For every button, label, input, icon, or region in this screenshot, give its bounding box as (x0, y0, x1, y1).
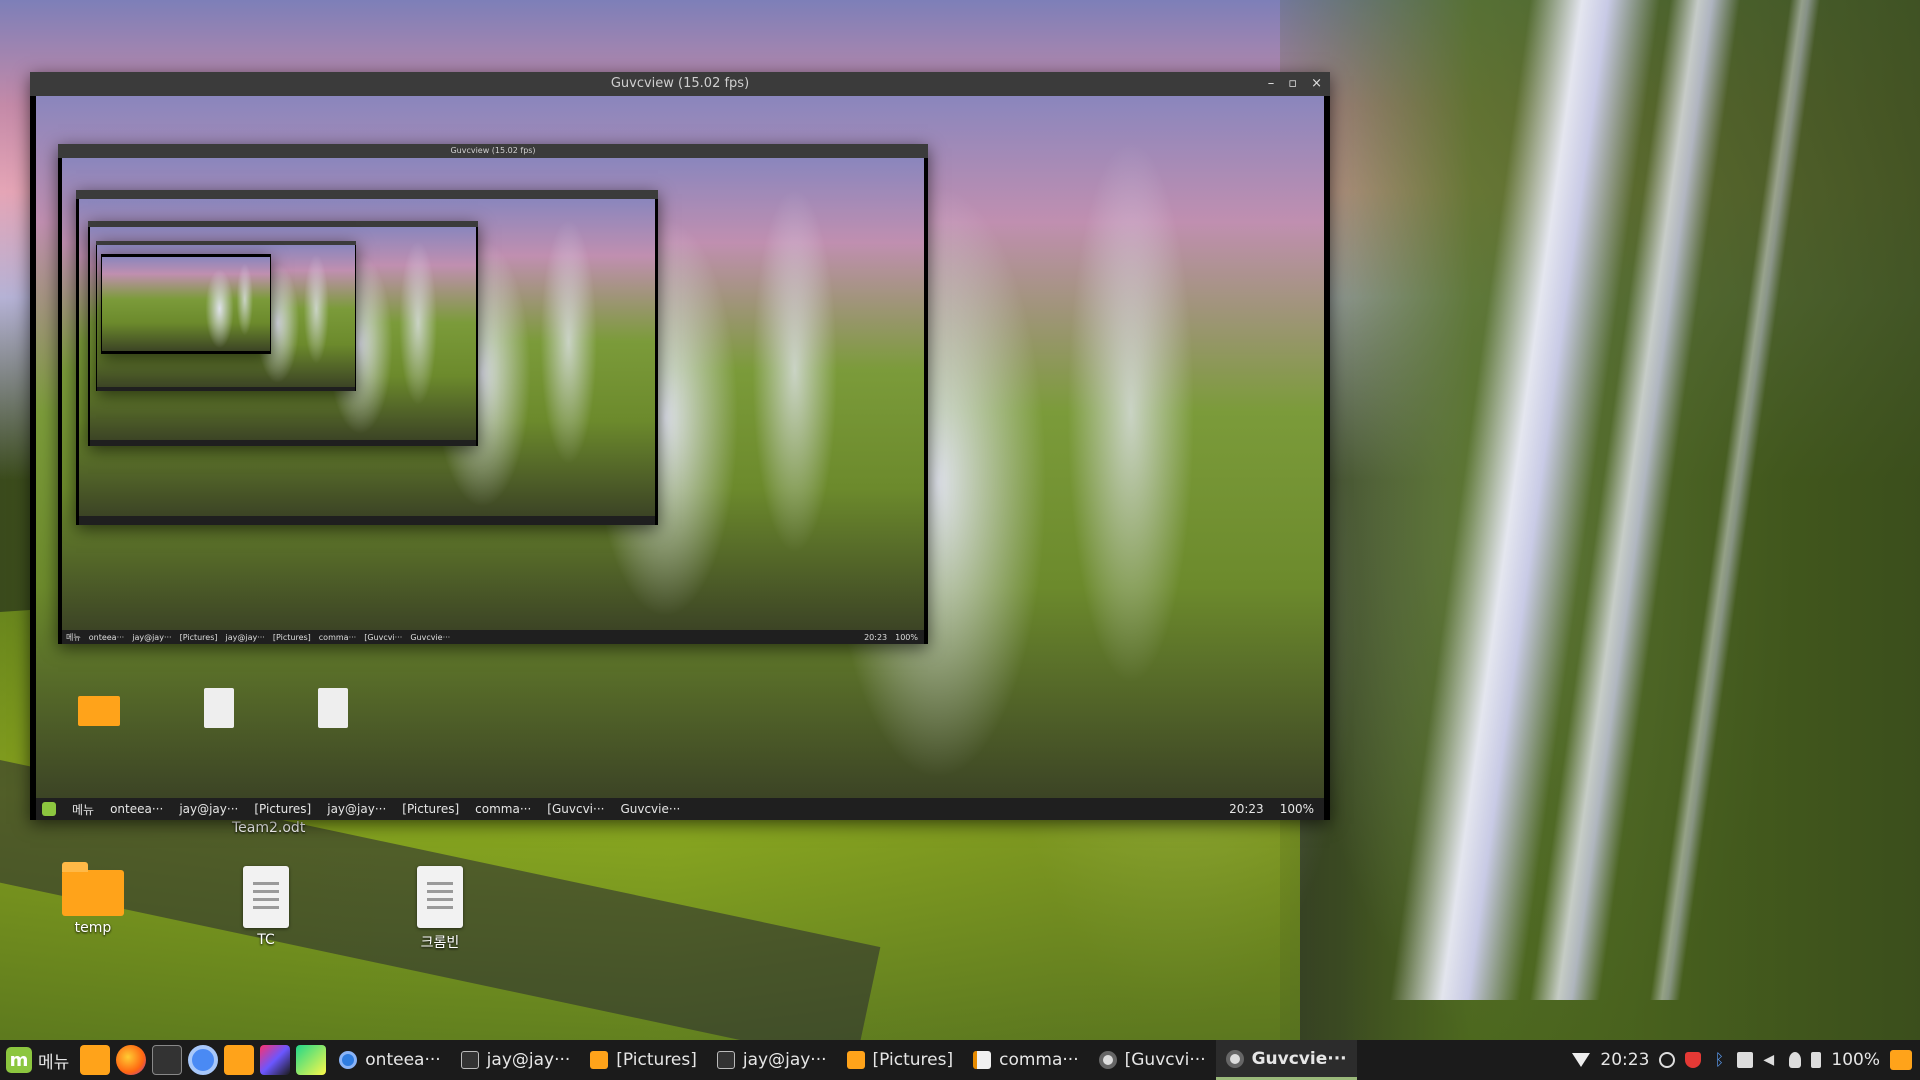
nested-guvcview-window (96, 241, 356, 391)
mint-logo-icon: m (6, 1047, 32, 1073)
folder-icon (62, 862, 124, 916)
nested-window-title: Guvcview (15.02 fps) (450, 146, 536, 155)
document-icon (243, 866, 289, 928)
shield-icon[interactable] (1685, 1052, 1702, 1068)
webcam-icon (1225, 1049, 1244, 1068)
desktop-icon-tc[interactable]: TC (221, 866, 311, 948)
files-icon[interactable] (1890, 1050, 1912, 1070)
nested-preview (97, 245, 355, 387)
task-button[interactable]: jay@jay··· (451, 1040, 581, 1080)
preview-folder-icon (78, 696, 120, 726)
nested-guvcview-window (88, 221, 478, 446)
taskbar: m 메뉴 onteea··· jay@jay··· [Pictures] jay… (0, 1040, 1920, 1080)
user-icon[interactable] (1789, 1052, 1802, 1068)
mint-icon (42, 802, 56, 816)
document-icon (417, 866, 463, 928)
task-button[interactable]: [Guvcvi··· (1089, 1040, 1216, 1080)
desktop-icon-label: temp (74, 920, 112, 936)
task-button[interactable]: jay@jay··· (707, 1040, 837, 1080)
preview-document-icon (204, 688, 234, 728)
folder-icon (590, 1051, 609, 1069)
nested-preview (79, 199, 655, 516)
terminal-icon[interactable] (152, 1045, 183, 1075)
pycharm-icon[interactable] (296, 1045, 327, 1075)
update-icon[interactable] (1659, 1052, 1676, 1068)
desktop-icon-label: 크롬빈 (420, 935, 460, 951)
text-editor-icon (973, 1051, 992, 1069)
window-title: Guvcview (15.02 fps) (610, 76, 750, 91)
desktop-icon-temp[interactable]: temp (48, 862, 138, 936)
files-icon[interactable] (80, 1045, 111, 1075)
minimize-button[interactable]: – (1268, 72, 1275, 96)
desktop-floating-label: Team2.odt (232, 820, 306, 836)
nested-guvcview-window (76, 190, 658, 525)
webcam-icon (1098, 1051, 1117, 1069)
menu-label: 메뉴 (38, 1052, 70, 1073)
desktop-icon-label: TC (257, 932, 275, 948)
menu-button[interactable]: m 메뉴 (0, 1040, 77, 1080)
window-titlebar[interactable]: Guvcview (15.02 fps) – ▫ × (30, 72, 1330, 96)
chromium-icon (339, 1051, 358, 1069)
camera-preview: Guvcview (15.02 fps) 메뉴 onteea··· jay@ja… (36, 96, 1324, 798)
chromium-icon[interactable] (188, 1045, 219, 1075)
task-button[interactable]: [Pictures] (580, 1040, 707, 1080)
clock[interactable]: 20:23 (1600, 1050, 1649, 1070)
nested-preview (90, 227, 476, 440)
maximize-button[interactable]: ▫ (1288, 72, 1297, 96)
intellij-icon[interactable] (260, 1045, 291, 1075)
nested-guvcview-window (101, 254, 271, 354)
desktop-icon-chromebin[interactable]: 크롬빈 (395, 866, 485, 952)
task-button[interactable]: [Pictures] (837, 1040, 964, 1080)
folder-icon[interactable] (224, 1045, 255, 1075)
guvcview-window[interactable]: Guvcview (15.02 fps) – ▫ × Guvcview (15.… (30, 72, 1330, 820)
firefox-icon[interactable] (116, 1045, 147, 1075)
terminal-icon (460, 1051, 479, 1069)
task-button-active[interactable]: Guvcvie··· (1215, 1040, 1357, 1080)
launchers (77, 1040, 329, 1080)
nested-preview (62, 158, 924, 630)
bluetooth-icon[interactable]: ᛒ (1711, 1052, 1727, 1068)
task-button[interactable]: onteea··· (329, 1040, 450, 1080)
close-button[interactable]: × (1311, 72, 1322, 96)
nested-taskbar: 메뉴 onteea··· jay@jay··· [Pictures] jay@j… (62, 630, 924, 644)
nested-guvcview-window: Guvcview (15.02 fps) 메뉴 onteea··· jay@ja… (58, 144, 928, 644)
volume-muted-icon[interactable]: ◀ (1763, 1052, 1779, 1068)
folder-icon (846, 1051, 865, 1069)
network-icon[interactable] (1572, 1053, 1591, 1067)
battery-icon[interactable] (1811, 1052, 1822, 1068)
captured-taskbar: 메뉴 onteea··· jay@jay··· [Pictures] jay@j… (36, 798, 1324, 820)
battery-percent: 100% (1831, 1050, 1880, 1070)
task-button[interactable]: comma··· (963, 1040, 1089, 1080)
terminal-icon (716, 1051, 735, 1069)
keyboard-icon[interactable] (1737, 1052, 1754, 1068)
preview-document-icon (318, 688, 348, 728)
system-tray: 20:23 ᛒ ◀ 100% (1572, 1050, 1920, 1070)
